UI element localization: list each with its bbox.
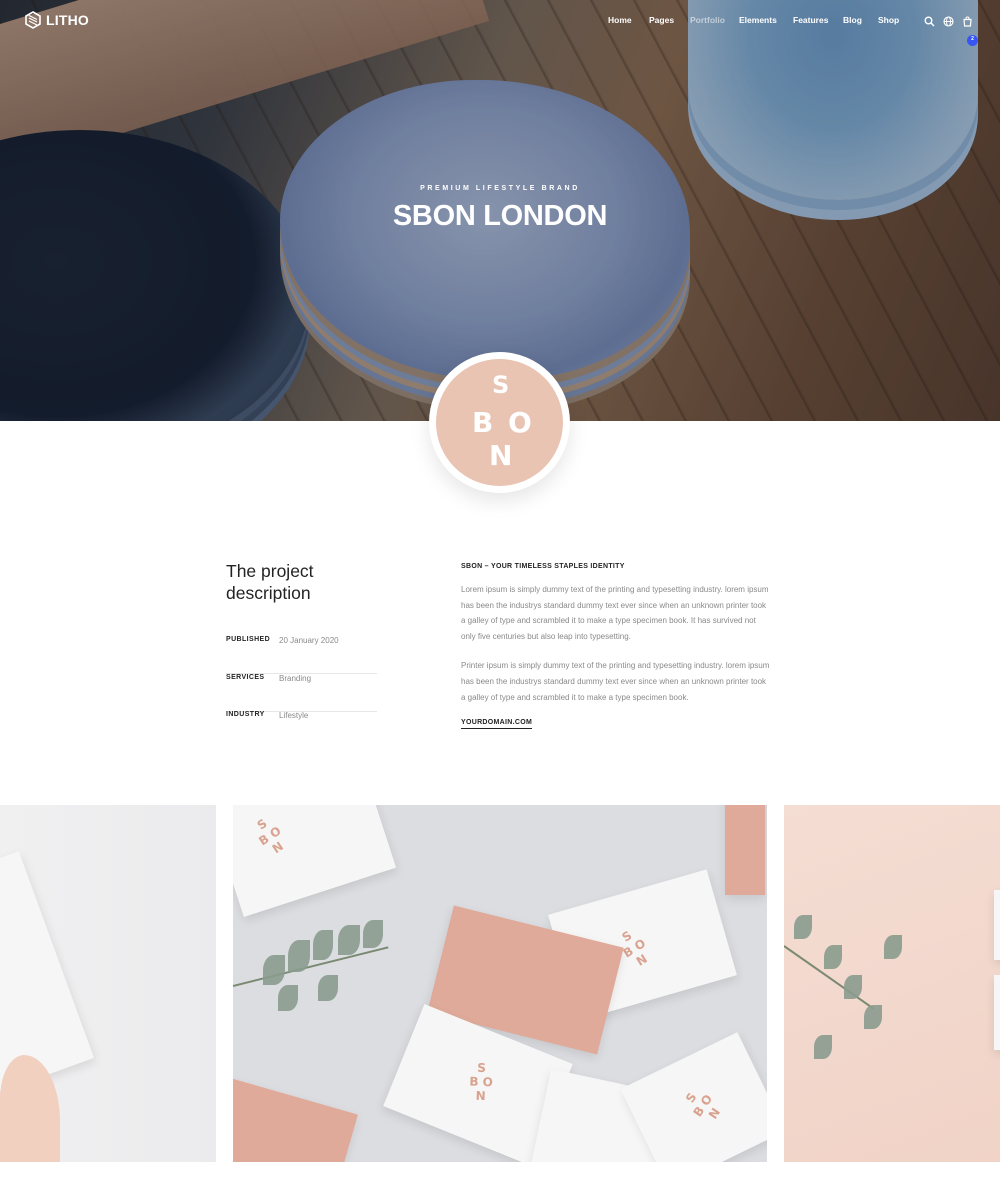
hero-title: SBON LONDON [392, 200, 608, 232]
project-heading: SBON – YOUR TIMELESS STAPLES IDENTITY [461, 563, 625, 570]
eucalyptus-stem [233, 946, 389, 987]
menu-portfolio[interactable]: Portfolio [690, 15, 739, 25]
nav-icons: 2 [924, 14, 978, 46]
gallery-image-center[interactable]: SB ON SB ON SB ON SB ON [233, 805, 767, 1162]
gallery-image-right[interactable] [784, 805, 1000, 1162]
meta-label: INDUSTRY [226, 711, 265, 718]
meta-label: PUBLISHED [226, 636, 271, 643]
brand-logo-inner: S B O N [436, 359, 563, 486]
eucalyptus-leaf [794, 915, 812, 939]
meta-row-industry: INDUSTRY Lifestyle [226, 711, 377, 749]
meta-value: 20 January 2020 [279, 636, 339, 645]
menu-features[interactable]: Features [793, 15, 843, 25]
project-website-link[interactable]: YOURDOMAIN.COM [461, 719, 533, 730]
eucalyptus-leaf [318, 975, 338, 1001]
business-card-white [994, 975, 1000, 1050]
eucalyptus-leaf [824, 945, 842, 969]
eucalyptus-leaf [263, 955, 285, 985]
project-details: SBON – YOUR TIMELESS STAPLES IDENTITY Lo… [461, 563, 771, 730]
eucalyptus-leaf [288, 940, 310, 972]
eucalyptus-leaf [313, 930, 333, 960]
eucalyptus-leaf [338, 925, 360, 955]
menu-blog[interactable]: Blog [843, 15, 878, 25]
project-paragraph-1: Lorem ipsum is simply dummy text of the … [461, 585, 769, 641]
site-logo[interactable]: LITHO [25, 11, 89, 29]
meta-value: Branding [279, 674, 312, 683]
eucalyptus-leaf [864, 1005, 882, 1029]
meta-row-services: SERVICES Branding [226, 674, 377, 712]
litho-logo-icon [25, 11, 41, 29]
hero-text: PREMIUM LIFESTYLE BRAND SBON LONDON [0, 185, 1000, 233]
logo-text: LITHO [46, 12, 89, 28]
eucalyptus-leaf [363, 920, 383, 948]
top-nav: LITHO Home Pages Portfolio Elements Feat… [0, 0, 1000, 46]
business-card-pink [233, 1078, 358, 1162]
globe-icon[interactable] [943, 14, 954, 27]
gallery-image-left[interactable] [0, 805, 216, 1162]
hero-eyebrow: PREMIUM LIFESTYLE BRAND [420, 185, 580, 192]
business-card-pink [725, 805, 765, 895]
eucalyptus-leaf [814, 1035, 832, 1059]
meta-label: SERVICES [226, 674, 265, 681]
menu-pages[interactable]: Pages [649, 15, 690, 25]
cart-count-badge: 2 [967, 35, 978, 46]
menu-home[interactable]: Home [608, 15, 649, 25]
menu-shop[interactable]: Shop [878, 15, 908, 25]
business-card-white [994, 890, 1000, 960]
eucalyptus-leaf [278, 985, 298, 1011]
logo-letter-n: N [489, 439, 513, 472]
logo-letter-b: B [472, 406, 494, 439]
project-title: The project description [226, 561, 314, 603]
project-paragraph-2: Printer ipsum is simply dummy text of th… [461, 661, 770, 702]
brand-logo-circle: S B O N [429, 352, 570, 493]
eucalyptus-leaf [884, 935, 902, 959]
logo-letter-o: O [508, 406, 532, 439]
menu-elements[interactable]: Elements [739, 15, 793, 25]
search-icon[interactable] [924, 14, 935, 27]
main-menu: Home Pages Portfolio Elements Features B… [608, 15, 908, 25]
eucalyptus-leaf [844, 975, 862, 999]
meta-value: Lifestyle [279, 711, 309, 720]
meta-row-published: PUBLISHED 20 January 2020 [226, 636, 377, 674]
cart-icon[interactable]: 2 [962, 14, 978, 46]
logo-letter-s: S [492, 371, 510, 399]
business-card-white: SB ON [233, 805, 397, 918]
